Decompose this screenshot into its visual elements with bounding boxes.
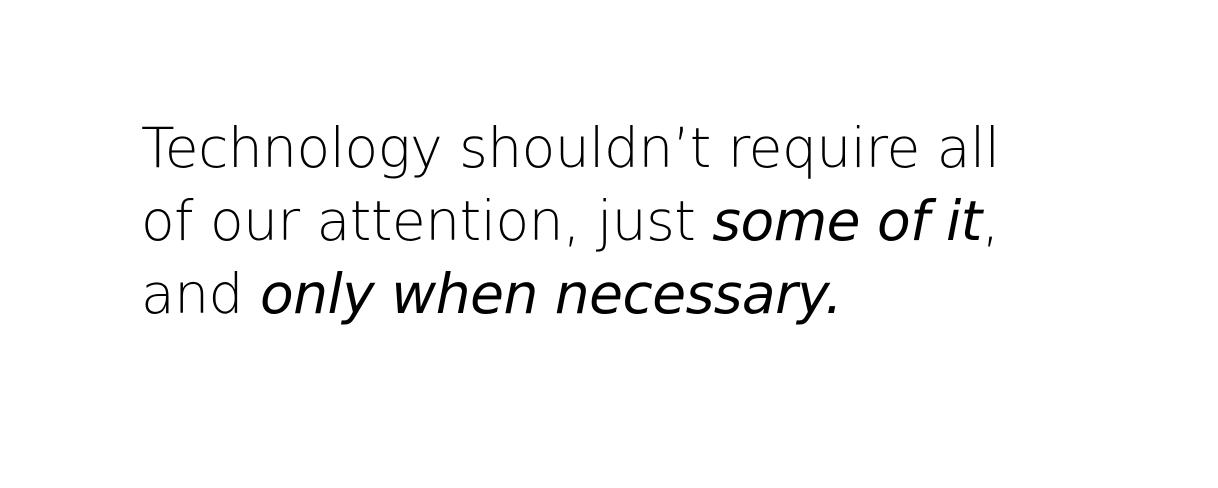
quote-comma: , <box>981 189 999 253</box>
quote-emphasis-only-when-necessary: only when necessary. <box>259 262 843 326</box>
quote-text: Technology shouldn’t require all of our … <box>141 112 1141 331</box>
quote-line-3-text: and <box>141 262 260 326</box>
quote-line-3: and only when necessary. <box>141 258 1141 331</box>
quote-line-1: Technology shouldn’t require all <box>141 116 1000 180</box>
quote-line-2-text: of our attention, just <box>141 189 713 253</box>
quote-emphasis-some-of-it: some of it <box>712 189 982 253</box>
quote-line-2: of our attention, just some of it, <box>141 185 1141 258</box>
